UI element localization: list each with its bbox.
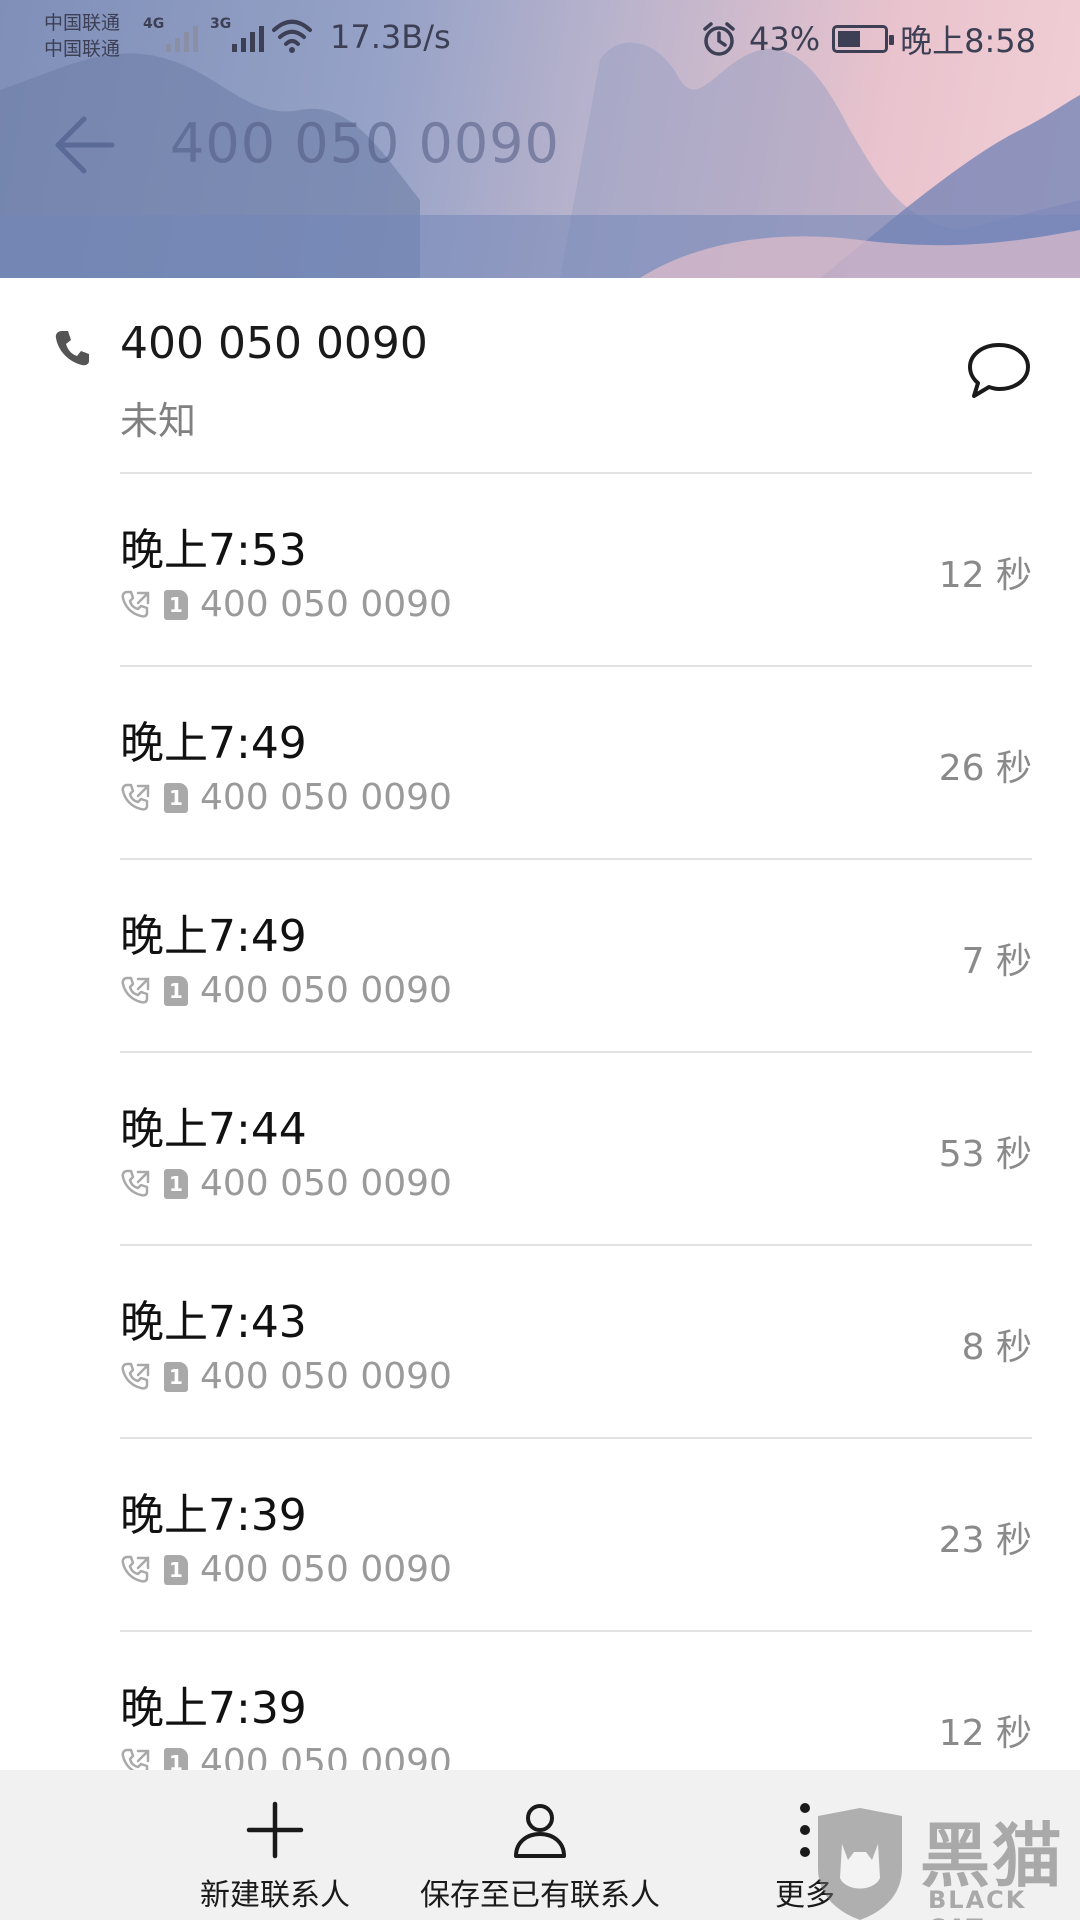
call-number: 400 050 0090 [200,1356,452,1397]
message-button[interactable] [966,340,1032,402]
contact-location: 未知 [120,399,197,443]
call-time: 晚上7:44 [120,1104,307,1155]
call-number: 400 050 0090 [200,584,452,625]
outgoing-call-icon [121,590,150,618]
watermark: 黑猫 BLACK CAT [808,1800,1080,1920]
call-details: 1 400 050 0090 [120,1549,452,1590]
battery-percent: 43% [749,20,821,58]
save-to-existing-button[interactable]: 保存至已有联系人 [415,1770,665,1920]
phone-icon [55,331,89,366]
sim-badge: 1 [164,1168,188,1199]
outgoing-call-icon [121,1555,150,1583]
save-to-existing-label: 保存至已有联系人 [420,1878,660,1913]
call-time: 晚上7:43 [120,1297,307,1348]
carrier-1: 中国联通 [44,12,121,34]
call-number: 400 050 0090 [200,1549,452,1590]
black-cat-logo-icon [818,1808,902,1920]
battery-charging-icon [832,25,895,53]
call-time: 晚上7:49 [120,718,307,769]
outgoing-call-icon [121,1169,150,1197]
call-duration: 23 秒 [938,1520,1032,1561]
header: 中国联通 中国联通 4G 3G 17.3B/s 43% 晚上8:58 400 0… [0,0,1080,278]
call-log-row[interactable]: 晚上7:49 1 400 050 0090 7 秒 [120,858,1032,1051]
carrier-labels: 中国联通 中国联通 [44,10,120,62]
status-bar: 中国联通 中国联通 4G 3G 17.3B/s 43% 晚上8:58 [0,0,1080,76]
contact-number[interactable]: 400 050 0090 [120,318,428,369]
sim-badge: 1 [164,975,188,1006]
watermark-subtext: BLACK CAT [928,1886,1027,1920]
plus-icon [246,1801,304,1859]
person-icon [514,1804,566,1858]
back-button[interactable] [50,110,120,180]
chat-bubble-icon [968,343,1030,398]
call-duration: 53 秒 [938,1134,1032,1175]
call-details: 1 400 050 0090 [120,970,452,1011]
call-log-row[interactable]: 晚上7:39 1 400 050 0090 23 秒 [120,1437,1032,1630]
call-details: 1 400 050 0090 [120,777,452,818]
call-duration: 12 秒 [938,555,1032,596]
status-time: 晚上8:58 [900,22,1036,60]
signal-strength-2-icon [232,22,264,52]
page-title: 400 050 0090 [170,112,560,175]
call-details: 1 400 050 0090 [120,584,452,625]
contact-info: 400 050 0090 未知 [0,278,1080,473]
call-number: 400 050 0090 [200,1163,452,1204]
call-details: 1 400 050 0090 [120,1356,452,1397]
arrow-left-icon [55,116,115,174]
sim-badge: 1 [164,1554,188,1585]
call-log-row[interactable]: 晚上7:49 1 400 050 0090 26 秒 [120,665,1032,858]
signal-strength-1-icon [166,22,198,52]
sim-badge: 1 [164,589,188,620]
network-type-2: 3G [210,16,232,32]
sim-badge: 1 [164,782,188,813]
outgoing-call-icon [121,976,150,1004]
outgoing-call-icon [121,783,150,811]
call-number: 400 050 0090 [200,970,452,1011]
call-log-list: 晚上7:53 1 400 050 0090 12 秒 晚上7:49 1 400 … [0,472,1080,1823]
network-speed: 17.3B/s [330,18,451,56]
call-log-row[interactable]: 晚上7:44 1 400 050 0090 53 秒 [120,1051,1032,1244]
call-duration: 12 秒 [938,1713,1032,1754]
call-log-row[interactable]: 晚上7:43 1 400 050 0090 8 秒 [120,1244,1032,1437]
new-contact-label: 新建联系人 [200,1878,350,1913]
call-duration: 8 秒 [961,1327,1032,1368]
call-time: 晚上7:53 [120,525,307,576]
call-time: 晚上7:39 [120,1683,307,1734]
outgoing-call-icon [121,1362,150,1390]
call-number: 400 050 0090 [200,777,452,818]
right-status: 43% 晚上8:58 [701,16,1036,62]
new-contact-button[interactable]: 新建联系人 [170,1770,380,1920]
call-log-row[interactable]: 晚上7:53 1 400 050 0090 12 秒 [120,472,1032,665]
wifi-icon [272,19,312,53]
carrier-2: 中国联通 [44,38,121,60]
call-details: 1 400 050 0090 [120,1163,452,1204]
alarm-icon [703,22,735,56]
sim-badge: 1 [164,1361,188,1392]
call-duration: 26 秒 [938,748,1032,789]
call-time: 晚上7:39 [120,1490,307,1541]
call-duration: 7 秒 [961,941,1032,982]
network-type-1: 4G [143,16,165,32]
call-time: 晚上7:49 [120,911,307,962]
